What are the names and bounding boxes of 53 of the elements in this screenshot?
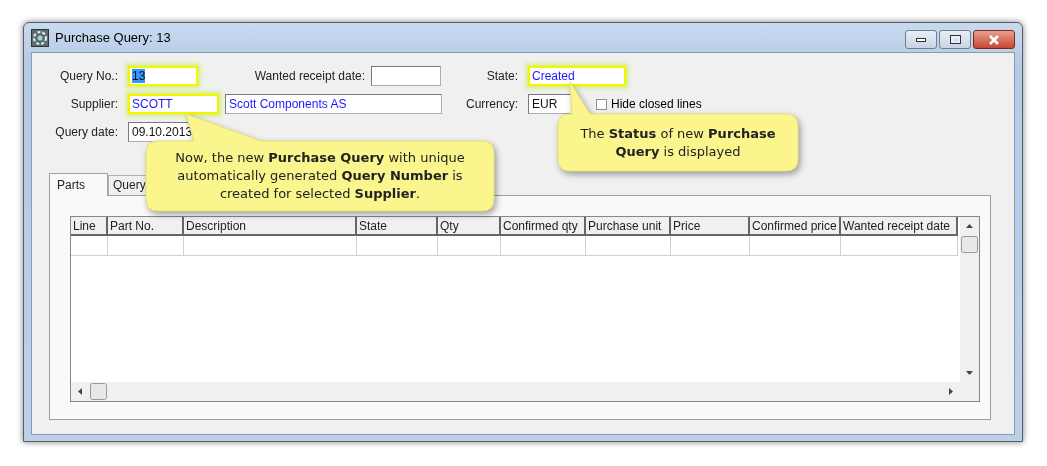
input-field[interactable]: SCOTT (128, 94, 219, 114)
maximize-icon (949, 35, 961, 44)
table-cell[interactable] (586, 236, 671, 256)
checkbox[interactable] (596, 98, 607, 110)
column-header[interactable]: Part No. (108, 217, 184, 236)
minimize-button[interactable] (905, 30, 937, 49)
table-cell[interactable] (184, 236, 357, 256)
maximize-button[interactable] (939, 30, 971, 49)
minimize-icon (916, 37, 926, 42)
column-header[interactable]: Description (184, 217, 357, 236)
close-icon (988, 34, 1000, 45)
table-cell[interactable] (71, 236, 108, 256)
column-header[interactable]: Line (71, 217, 108, 236)
column-header[interactable]: Qty (438, 217, 501, 236)
field-label: Currency: (465, 97, 519, 111)
horizontal-scrollbar[interactable] (71, 382, 960, 401)
input-field[interactable]: Created (528, 66, 626, 86)
app-icon (31, 28, 49, 47)
window-title: Purchase Query: 13 (55, 30, 171, 45)
table-cell[interactable] (108, 236, 184, 256)
field-label: Query No.: (58, 69, 119, 83)
input-field[interactable]: EUR (528, 94, 574, 114)
column-header[interactable]: Wanted receipt date (841, 217, 958, 236)
input-field[interactable] (371, 66, 441, 86)
table-cell[interactable] (501, 236, 586, 256)
table-cell[interactable] (841, 236, 958, 256)
scroll-thumb[interactable] (961, 236, 978, 253)
input-field[interactable]: Scott Components AS (225, 94, 442, 114)
table-cell[interactable] (671, 236, 750, 256)
close-button[interactable] (973, 30, 1015, 49)
tab[interactable]: Parts (49, 173, 108, 196)
scroll-up-icon[interactable] (965, 223, 974, 229)
column-header[interactable]: State (357, 217, 438, 236)
callout-text: The Status of new Purchase Query is displayed (579, 124, 777, 161)
vertical-scrollbar[interactable] (960, 217, 979, 382)
field-label: Supplier: (69, 97, 119, 111)
field-label: State: (485, 69, 519, 83)
table-cell[interactable] (438, 236, 501, 256)
column-header[interactable]: Purchase unit (586, 217, 671, 236)
column-header[interactable]: Confirmed qty (501, 217, 586, 236)
table-cell[interactable] (750, 236, 841, 256)
input-field[interactable]: 13 (128, 66, 198, 86)
column-header[interactable]: Confirmed price (750, 217, 841, 236)
checkbox-label: Hide closed lines (611, 97, 702, 111)
column-header[interactable]: Price (671, 217, 750, 236)
field-label: Wanted receipt date: (254, 69, 366, 83)
scroll-right-icon[interactable] (948, 387, 954, 396)
table-cell[interactable] (357, 236, 438, 256)
callout-text: Now, the new Purchase Query with unique automatically generated Query Number is created for selected Supplier. (174, 149, 466, 203)
field-label: Query date: (54, 125, 119, 139)
scroll-down-icon[interactable] (965, 370, 974, 376)
scroll-left-icon[interactable] (77, 387, 83, 396)
scroll-thumb[interactable] (90, 383, 107, 400)
